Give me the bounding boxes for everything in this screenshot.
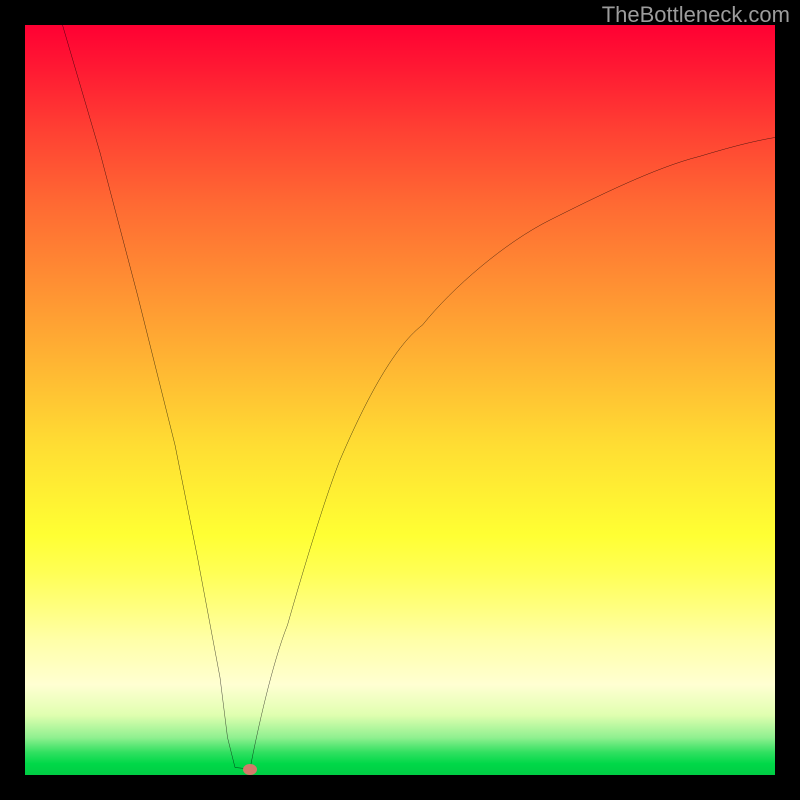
plot-area <box>25 25 775 775</box>
bottleneck-curve <box>25 25 775 775</box>
chart-frame: TheBottleneck.com <box>0 0 800 800</box>
optimal-point-marker <box>243 764 257 775</box>
watermark-text: TheBottleneck.com <box>602 2 790 28</box>
